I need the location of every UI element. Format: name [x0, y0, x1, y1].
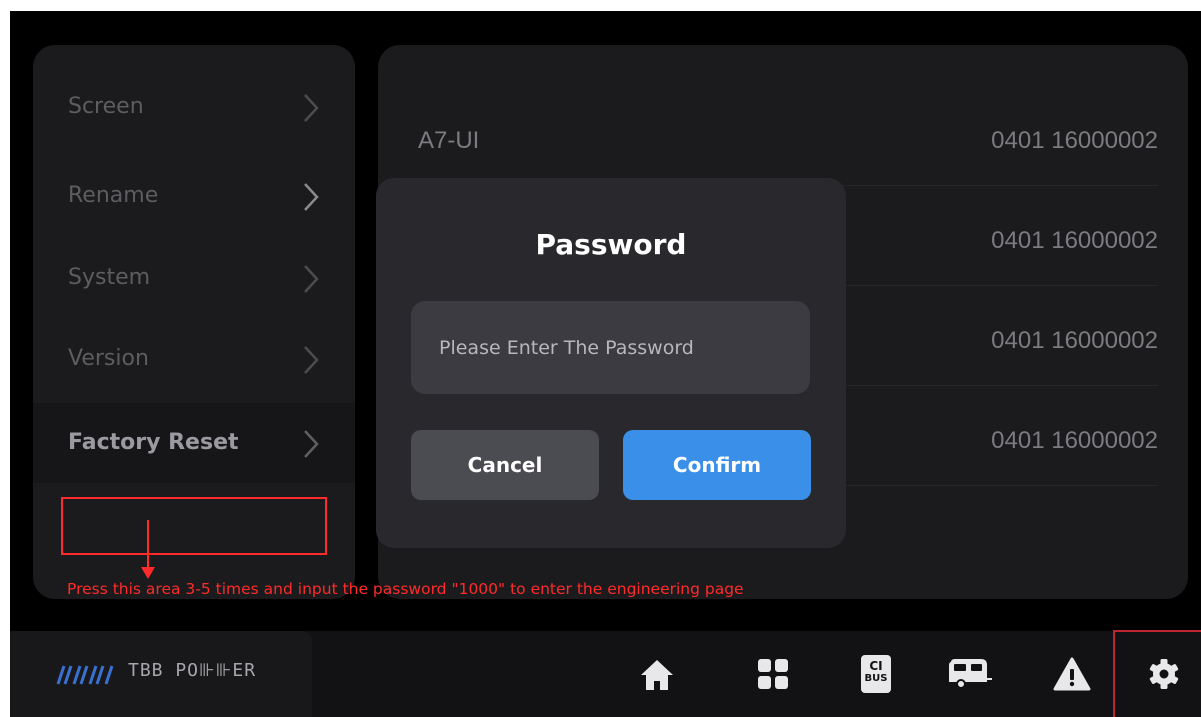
home-icon[interactable] [637, 652, 677, 696]
sidebar-item-label: System [68, 265, 151, 290]
sidebar-item-rename[interactable]: Rename [33, 156, 355, 236]
password-dialog: Password Cancel Confirm [376, 178, 846, 548]
chevron-right-icon [304, 346, 319, 374]
list-item-value: 0401 16000002 [991, 127, 1158, 154]
password-input[interactable] [411, 301, 810, 394]
list-item: A7-UI 0401 16000002 [418, 85, 1158, 186]
list-item-value: 0401 16000002 [991, 227, 1158, 254]
chevron-right-icon [304, 265, 319, 293]
cancel-button[interactable]: Cancel [411, 430, 599, 500]
list-item-value: 0401 16000002 [991, 427, 1158, 454]
annotation-text: Press this area 3-5 times and input the … [67, 580, 744, 598]
annotation-highlight-box [61, 497, 327, 555]
annotation-settings-highlight [1113, 630, 1201, 717]
sidebar-item-system[interactable]: System [33, 238, 355, 318]
chevron-right-icon [304, 183, 319, 211]
brand-logo: TBB PO⊪⊪ER [10, 631, 312, 717]
warning-icon[interactable] [1052, 652, 1092, 696]
list-item-name: A7-UI [418, 127, 480, 154]
annotation-arrow-head [141, 567, 155, 579]
list-item-value: 0401 16000002 [991, 327, 1158, 354]
tbb-logo-mark-icon [56, 665, 114, 685]
sidebar-item-label: Rename [68, 183, 159, 208]
confirm-button[interactable]: Confirm [623, 430, 811, 500]
brand-name: TBB PO⊪⊪ER [128, 660, 257, 681]
sidebar-item-version[interactable]: Version [33, 319, 355, 399]
device-screen: Screen Rename System Version Factory Res… [10, 11, 1201, 717]
ci-bus-bottom-label: BUS [864, 673, 888, 684]
caravan-icon[interactable] [945, 652, 993, 696]
ci-bus-top-label: CI [869, 659, 883, 673]
chevron-right-icon [304, 94, 319, 122]
annotation-arrow [147, 520, 149, 570]
dialog-title: Password [535, 228, 687, 261]
ci-bus-icon[interactable]: CI BUS [861, 655, 891, 693]
sidebar-item-label: Screen [68, 94, 144, 119]
sidebar-item-label: Factory Reset [68, 430, 239, 455]
chevron-right-icon [304, 430, 319, 458]
sidebar-item-label: Version [68, 346, 149, 371]
sidebar-item-screen[interactable]: Screen [33, 67, 355, 147]
bottom-nav-bar: TBB PO⊪⊪ER CI BUS [10, 631, 1201, 717]
grid-icon[interactable] [753, 652, 793, 696]
sidebar-item-factory-reset[interactable]: Factory Reset [33, 403, 355, 483]
